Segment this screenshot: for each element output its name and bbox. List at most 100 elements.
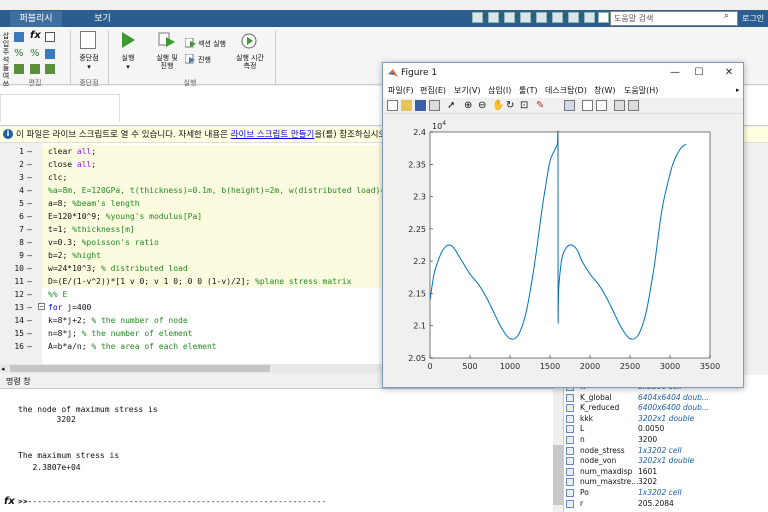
editor-file-tab[interactable] xyxy=(0,94,120,122)
command-window-scroll-thumb[interactable] xyxy=(553,445,563,505)
code-line[interactable]: n=8*j; % the number of element xyxy=(48,327,193,340)
line-marker[interactable]: — xyxy=(27,301,32,314)
line-marker[interactable]: — xyxy=(27,314,32,327)
run-button[interactable]: 실행 xyxy=(112,54,144,62)
line-marker[interactable]: — xyxy=(27,236,32,249)
command-prompt[interactable]: >> xyxy=(18,497,28,506)
breakpoint-button[interactable]: 중단점 xyxy=(74,54,104,62)
print-icon[interactable] xyxy=(429,100,440,111)
code-line[interactable]: E=120*10^9; %young's modulus[Pa] xyxy=(48,210,202,223)
code-line[interactable]: %% E xyxy=(48,288,67,301)
tab-view[interactable]: 보기 xyxy=(80,11,125,27)
menu-help[interactable]: 도움말(H) xyxy=(624,84,658,97)
insert-label[interactable]: 삽입 xyxy=(0,32,12,48)
insert-colorbar-icon[interactable] xyxy=(582,100,593,111)
insert-table-icon[interactable] xyxy=(45,32,55,42)
code-line[interactable]: w=24*10^3; % distributed load xyxy=(48,262,188,275)
code-line[interactable]: v=0.3; %poisson's ratio xyxy=(48,236,159,249)
code-line[interactable]: close all; xyxy=(48,158,96,171)
workspace-row[interactable]: K_global 6404x6404 doub... xyxy=(566,393,762,403)
workspace-row[interactable]: num_maxstre... 3202 xyxy=(566,477,762,487)
code-fold-icon[interactable]: − xyxy=(38,303,45,310)
line-marker[interactable]: — xyxy=(27,210,32,223)
line-marker[interactable]: — xyxy=(27,184,32,197)
workspace-row[interactable]: node_von 3202x1 double xyxy=(566,456,762,466)
workspace-row[interactable]: L 0.0050 xyxy=(566,424,762,434)
run-icon[interactable] xyxy=(120,31,136,49)
breakpoint-icon[interactable] xyxy=(80,31,96,49)
menu-desktop[interactable]: 데스크탑(D) xyxy=(545,84,587,97)
workspace-row[interactable]: kkk 3202x1 double xyxy=(566,414,762,424)
insert-section-icon[interactable] xyxy=(14,32,24,42)
menu-window[interactable]: 창(W) xyxy=(594,84,616,97)
menu-edit[interactable]: 편집(E) xyxy=(420,84,446,97)
line-marker[interactable]: — xyxy=(27,275,32,288)
minimize-button[interactable]: — xyxy=(662,63,688,83)
help-icon[interactable] xyxy=(598,12,609,23)
undo-icon[interactable] xyxy=(552,12,563,23)
run-and-time-button[interactable]: 실행 시간 측정 xyxy=(230,54,270,70)
code-line[interactable]: t=1; %thickness[m] xyxy=(48,223,135,236)
workspace-row[interactable]: num_maxdisp 1601 xyxy=(566,467,762,477)
new-icon[interactable] xyxy=(472,12,483,23)
maximize-button[interactable]: ☐ xyxy=(686,63,712,83)
line-marker[interactable]: — xyxy=(27,223,32,236)
indent-icon[interactable] xyxy=(30,64,40,74)
hide-plot-tools-icon[interactable] xyxy=(614,100,625,111)
code-line[interactable]: clear all; xyxy=(48,145,96,158)
line-marker[interactable]: — xyxy=(27,249,32,262)
brush-icon[interactable]: ✎ xyxy=(536,100,547,111)
workspace-row[interactable]: Po 1x3202 cell xyxy=(566,488,762,498)
run-and-time-icon[interactable] xyxy=(240,30,258,50)
show-plot-tools-icon[interactable] xyxy=(628,100,639,111)
switch-windows-icon[interactable] xyxy=(584,12,595,23)
line-marker[interactable]: — xyxy=(27,288,32,301)
comment-icon[interactable]: % xyxy=(14,48,24,59)
tab-publish[interactable]: 퍼블리시 xyxy=(10,11,62,27)
outdent-icon[interactable] xyxy=(45,64,55,74)
save-icon[interactable] xyxy=(488,12,499,23)
new-figure-icon[interactable] xyxy=(387,100,398,111)
editor-scroll-thumb[interactable] xyxy=(10,365,270,372)
code-line[interactable]: b=2; %hight xyxy=(48,249,101,262)
code-line[interactable]: D=(E/(1-v^2))*[1 v 0; v 1 0; 0 0 (1-v)/2… xyxy=(48,275,351,288)
run-section-icon[interactable] xyxy=(185,38,197,48)
zoom-in-icon[interactable]: ⊕ xyxy=(464,100,475,111)
line-marker[interactable]: — xyxy=(27,340,32,353)
workspace-row[interactable]: r 205.2084 xyxy=(566,499,762,509)
zoom-out-icon[interactable]: ⊖ xyxy=(478,100,489,111)
line-marker[interactable]: — xyxy=(27,145,32,158)
advance-button[interactable]: 진행 xyxy=(198,56,222,64)
workspace-row[interactable]: node_stress 1x3202 cell xyxy=(566,446,762,456)
code-line[interactable]: %a=8m, E=120GPa, t(thickness)=0.1m, b(he… xyxy=(48,184,395,197)
close-button[interactable]: ✕ xyxy=(716,63,742,83)
pan-icon[interactable]: ✋ xyxy=(492,100,504,111)
plot-area[interactable]: 2.05 2.1 2.15 2.2 2.25 2.3 2.35 2.4 0 500 1000 150… xyxy=(383,114,743,387)
data-cursor-icon[interactable]: ⊡ xyxy=(520,100,531,111)
scroll-left-icon[interactable]: ◂ xyxy=(1,365,5,373)
rotate-icon[interactable]: ↻ xyxy=(506,100,517,111)
wrap-comment-icon[interactable] xyxy=(45,49,55,59)
chevron-down-icon[interactable]: ▾ xyxy=(84,63,94,71)
line-marker[interactable]: — xyxy=(27,327,32,340)
chevron-down-icon[interactable]: ▾ xyxy=(123,63,133,71)
code-line[interactable]: k=8*j+2; % the number of node xyxy=(48,314,188,327)
fx-icon[interactable]: fx xyxy=(4,496,15,507)
search-icon[interactable]: ⌕ xyxy=(724,11,729,21)
chevron-right-icon[interactable]: ▸ xyxy=(736,84,740,97)
smart-indent-icon[interactable] xyxy=(14,64,24,74)
login-link[interactable]: 로그인 xyxy=(742,11,764,27)
cut-icon[interactable] xyxy=(504,12,515,23)
workspace-row[interactable]: n 3200 xyxy=(566,435,762,445)
insert-function-icon[interactable]: fx xyxy=(30,30,41,41)
code-line[interactable]: A=b*a/n; % the area of each element xyxy=(48,340,217,353)
menu-insert[interactable]: 삽입(I) xyxy=(488,84,511,97)
save-figure-icon[interactable] xyxy=(415,100,426,111)
line-marker[interactable]: — xyxy=(27,262,32,275)
paste-icon[interactable] xyxy=(536,12,547,23)
run-section-button[interactable]: 섹션 실행 xyxy=(198,40,232,48)
code-line[interactable]: a=8; %beam's length xyxy=(48,197,140,210)
menu-file[interactable]: 파일(F) xyxy=(388,84,414,97)
copy-icon[interactable] xyxy=(520,12,531,23)
open-file-icon[interactable] xyxy=(401,100,412,111)
